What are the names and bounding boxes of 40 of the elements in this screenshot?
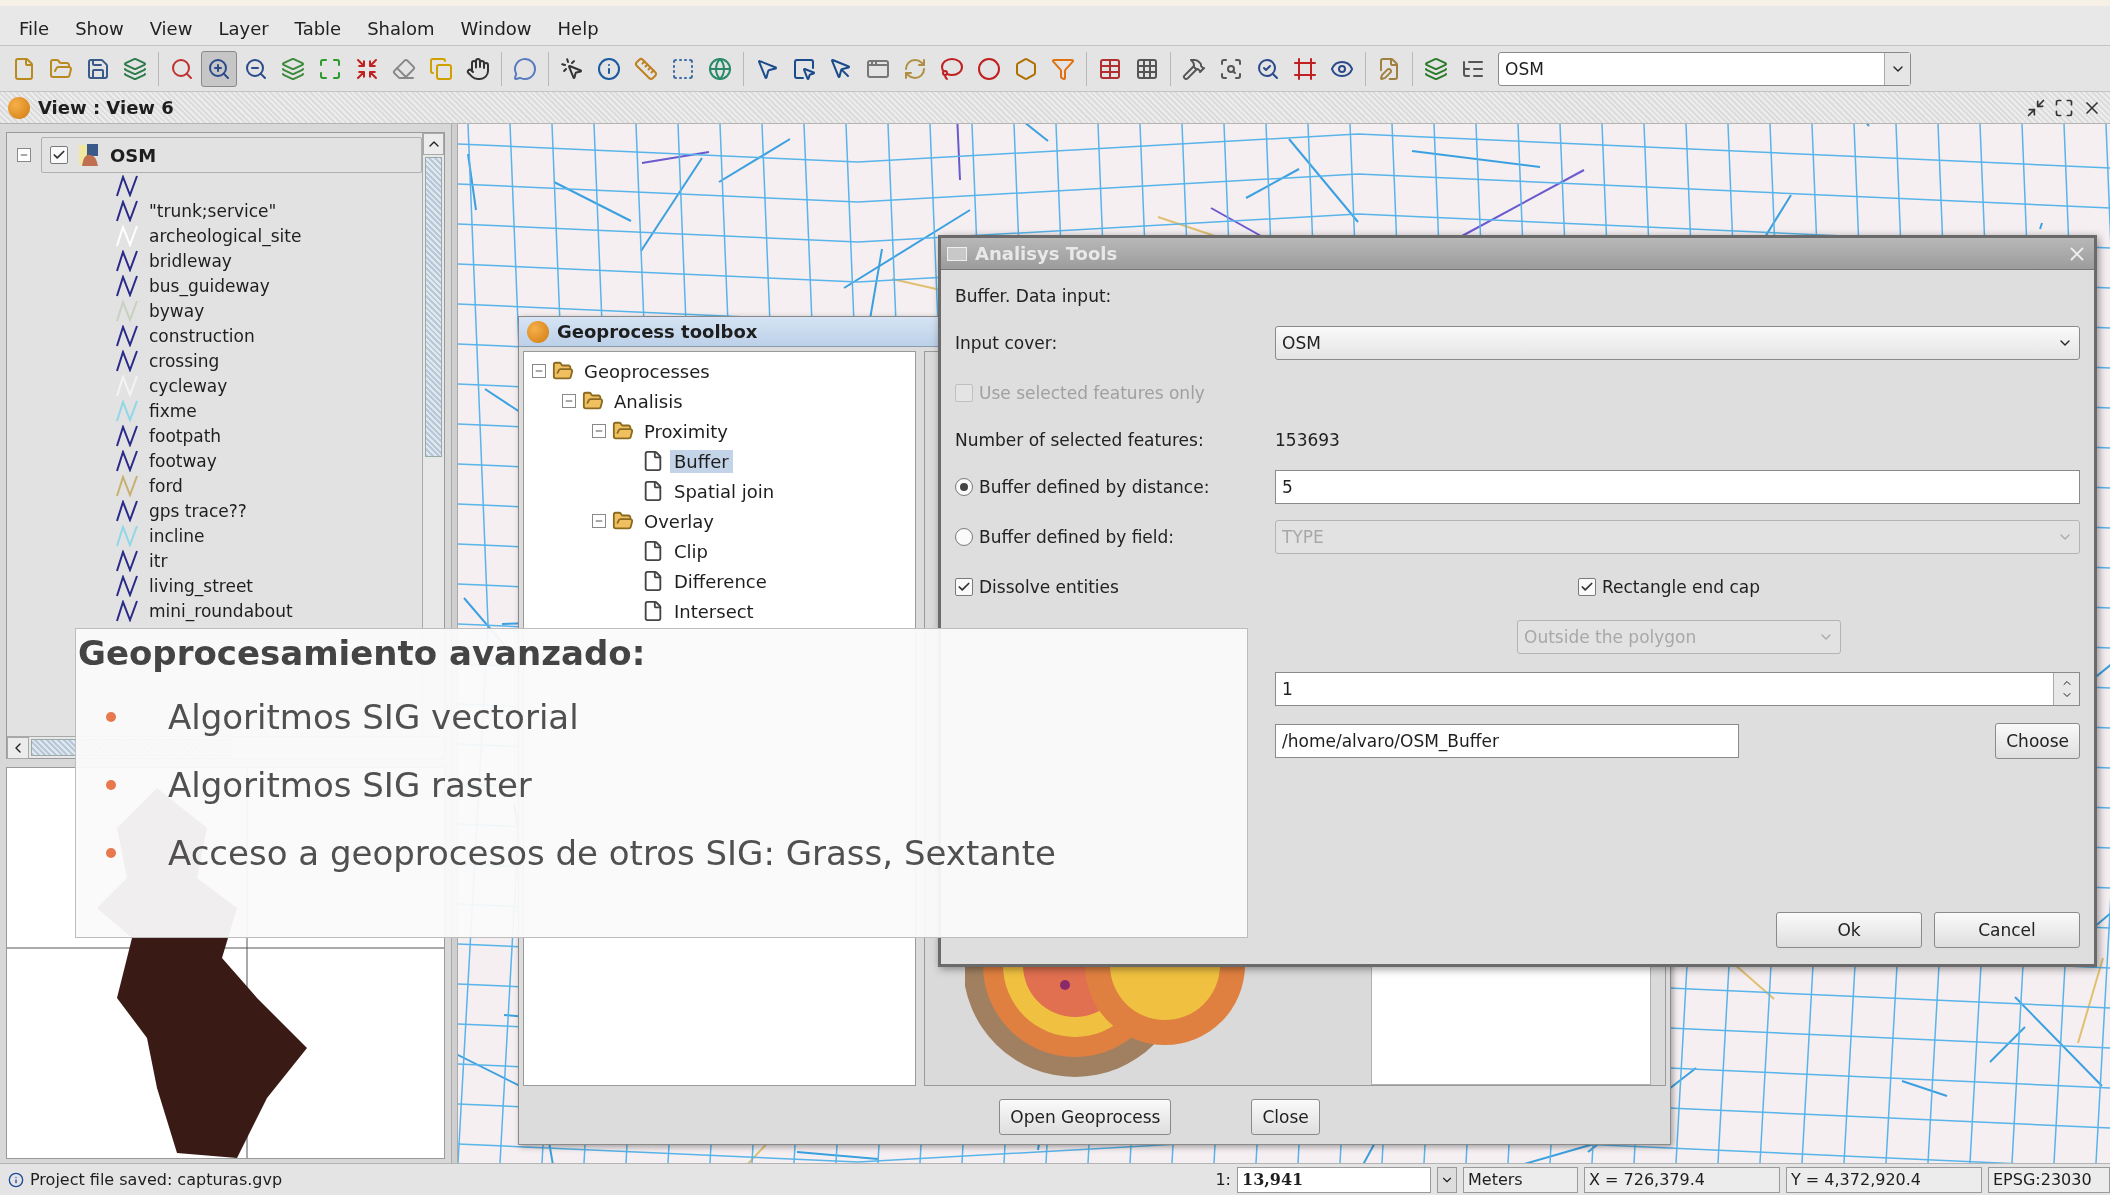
scale-label: 1:	[1215, 1170, 1231, 1189]
legend-label: incline	[149, 525, 205, 546]
layer-name: OSM	[110, 144, 157, 166]
bullet-text: Acceso a geoprocesos de otros SIG: Grass, Sextante	[168, 833, 1056, 873]
legend-label: bus_guideway	[149, 275, 270, 296]
legend-label: itr	[149, 550, 168, 571]
x-coordinate: X = 726,379.4	[1584, 1166, 1780, 1193]
legend-label: byway	[149, 300, 205, 321]
legend-label: cycleway	[149, 375, 228, 396]
radio-label: Buffer defined by field:	[979, 527, 1175, 547]
bullet-text: Algoritmos SIG raster	[168, 765, 532, 805]
legend-label: footpath	[149, 425, 222, 446]
crs-field: EPSG:23030	[1988, 1166, 2110, 1193]
view-title: View : View 6	[38, 97, 175, 118]
legend-label: living_street	[149, 575, 254, 596]
checkbox-label: Rectangle end cap	[1602, 577, 1761, 597]
field-label: Number of selected features:	[955, 430, 1204, 450]
units-field: Meters	[1463, 1166, 1578, 1193]
legend-label: crossing	[149, 350, 220, 371]
window-title: Geoprocess toolbox	[557, 321, 758, 342]
slide-heading: Geoprocesamiento avanzado:	[78, 633, 647, 675]
legend-label: "trunk;service"	[149, 200, 277, 221]
checkbox-label: Dissolve entities	[979, 577, 1119, 597]
bullet-text: Algoritmos SIG vectorial	[168, 697, 579, 737]
legend-label: fixme	[149, 400, 197, 421]
legend-label: ford	[149, 475, 183, 496]
dialog-title: Analisys Tools	[975, 243, 1119, 264]
status-message: Project file saved: capturas.gvp	[30, 1170, 284, 1189]
legend-label: bridleway	[149, 250, 232, 271]
legend-label: archeological_site	[149, 225, 302, 246]
field-label: Input cover:	[955, 333, 1058, 353]
checkbox-label: Use selected features only	[979, 383, 1205, 403]
legend-label: gps trace??	[149, 500, 247, 521]
feature-count: 153693	[1275, 430, 1340, 450]
section-heading: Buffer. Data input:	[955, 286, 1112, 306]
legend-label: construction	[149, 325, 255, 346]
legend-label: mini_roundabout	[149, 600, 293, 621]
radio-label: Buffer defined by distance:	[979, 477, 1210, 497]
y-coordinate: Y = 4,372,920.4	[1786, 1166, 1982, 1193]
legend-label: footway	[149, 450, 217, 471]
